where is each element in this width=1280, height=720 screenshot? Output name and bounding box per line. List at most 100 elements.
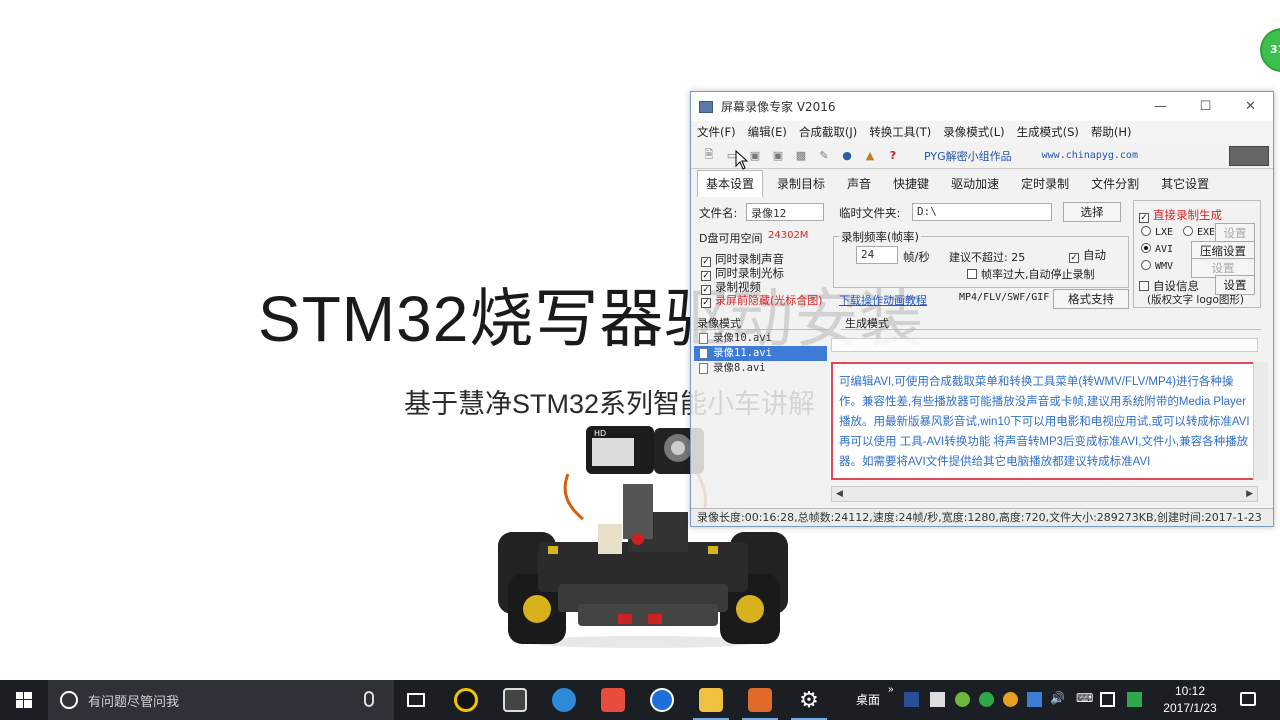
temp-folder-label: 临时文件夹:	[839, 206, 901, 220]
browser-icon[interactable]	[540, 680, 588, 720]
cursor-label: 同时录制光标	[715, 266, 784, 280]
tray-app-icon[interactable]	[904, 692, 919, 707]
tab-driver[interactable]: 驱动加速	[943, 171, 1007, 197]
clock-time: 10:12	[1174, 684, 1206, 698]
choose-button[interactable]: 选择	[1063, 202, 1121, 222]
tray-app-icon[interactable]	[979, 692, 994, 707]
sogou-icon[interactable]	[638, 680, 686, 720]
tab-bar: 基本设置 录制目标 声音 快捷键 驱动加速 定时录制 文件分割 其它设置	[691, 169, 1273, 197]
cortana-icon	[60, 691, 78, 709]
network-icon[interactable]	[1100, 692, 1115, 707]
filename-input[interactable]: 录像12	[746, 203, 824, 221]
lxe-radio[interactable]: LXE	[1141, 226, 1173, 238]
avi-label: AVI	[1155, 244, 1174, 255]
ime-icon[interactable]: ⌨	[1076, 691, 1093, 705]
camera-icon[interactable]: ▩	[791, 146, 811, 166]
file-explorer-icon[interactable]	[687, 680, 735, 720]
info-scrollbar[interactable]	[1253, 362, 1268, 480]
menu-gen-mode[interactable]: 生成模式(S)	[1017, 124, 1079, 140]
settings-button[interactable]: 设置	[1215, 223, 1255, 243]
desktop-screen: STM32烧写器驱动安装 基于慧净STM32系列智能小车讲解 HD 31	[0, 0, 1280, 720]
status-bar: 录像长度:00:16:28,总帧数:24112,速度:24帧/秒,宽度:1280…	[691, 508, 1273, 526]
floating-badge-icon[interactable]: 31	[1260, 28, 1280, 72]
tray-app-icon[interactable]	[1127, 692, 1142, 707]
gen-mode-bar	[831, 338, 1258, 352]
fps-input[interactable]: 24	[856, 246, 898, 264]
auto-stop-label: 帧率过大,自动停止录制	[981, 268, 1095, 281]
tab-basic[interactable]: 基本设置	[697, 170, 764, 197]
format-support-button[interactable]: 格式支持	[1053, 289, 1129, 309]
horizontal-scrollbar[interactable]: ◀ ▶	[831, 486, 1258, 502]
exe-radio[interactable]: EXE	[1183, 226, 1215, 238]
wmv-radio[interactable]: WMV	[1141, 260, 1173, 272]
toolbar: 🗎 ▭ ▣ ▣ ▩ ✎ ● ▲ ? PYG解密小组作品 www.chinapyg…	[691, 143, 1273, 169]
list-item[interactable]: 录像11.avi	[694, 346, 827, 361]
tab-sound[interactable]: 声音	[839, 171, 879, 197]
tray-app-icon[interactable]	[930, 692, 945, 707]
menu-bar: 文件(F) 编辑(E) 合成截取(J) 转换工具(T) 录像模式(L) 生成模式…	[691, 121, 1273, 143]
auto-stop-checkbox[interactable]: 帧率过大,自动停止录制	[967, 266, 1095, 282]
start-button[interactable]	[0, 680, 48, 720]
globe-icon[interactable]: ●	[837, 146, 857, 166]
format-label: MP4/FLV/SWF/GIF	[959, 292, 1050, 303]
pyg-link[interactable]: PYG解密小组作品	[924, 148, 1012, 164]
menu-edit[interactable]: 编辑(E)	[748, 124, 787, 140]
copyright-note: (版权文字 logo图形)	[1147, 294, 1244, 306]
maximize-icon[interactable]: ☐	[1183, 92, 1228, 121]
help-icon[interactable]: ?	[883, 146, 903, 166]
tray-app-icon[interactable]	[1003, 692, 1018, 707]
tutorial-link[interactable]: 下载操作动画教程	[839, 292, 927, 308]
window-titlebar[interactable]: 屏幕录像专家 V2016 — ☐ ✕	[691, 92, 1273, 121]
microphone-icon[interactable]	[364, 691, 374, 707]
avi-radio[interactable]: AVI	[1141, 243, 1173, 255]
temp-folder-input[interactable]: D:\	[912, 203, 1052, 221]
framerate-group-label: 录制频率(帧率)	[839, 229, 921, 245]
scroll-right-icon[interactable]: ▶	[1246, 489, 1253, 499]
windows-logo-icon	[16, 692, 32, 708]
frame2-icon[interactable]: ▣	[768, 146, 788, 166]
preview-thumbnail	[1229, 146, 1269, 166]
menu-convert[interactable]: 转换工具(T)	[869, 124, 931, 140]
app-icon-4[interactable]	[589, 680, 637, 720]
tray-app-icon[interactable]	[955, 692, 970, 707]
hide-checkbox[interactable]: ✓ 录屏前隐藏(光标合图)	[701, 292, 823, 308]
clock-date: 2017/1/23	[1163, 701, 1217, 715]
direct-gen-label: 直接录制生成	[1153, 208, 1222, 222]
settings-gear-icon[interactable]: ⚙	[785, 680, 833, 720]
desktop-label[interactable]: 桌面	[856, 691, 880, 708]
app-icon-2[interactable]	[491, 680, 539, 720]
menu-record-mode[interactable]: 录像模式(L)	[943, 124, 1004, 140]
list-item[interactable]: 录像10.avi	[694, 331, 827, 346]
menu-compose[interactable]: 合成截取(J)	[799, 124, 857, 140]
new-file-icon[interactable]: 🗎	[699, 146, 719, 166]
powerpoint-icon[interactable]	[736, 680, 784, 720]
tray-expand-icon[interactable]: »	[888, 684, 894, 695]
custom-info-label: 自设信息	[1153, 279, 1199, 293]
scroll-left-icon[interactable]: ◀	[836, 489, 843, 499]
mouse-cursor-icon	[735, 150, 749, 170]
tab-timer[interactable]: 定时录制	[1013, 171, 1077, 197]
clock[interactable]: 10:12 2017/1/23	[1150, 683, 1230, 717]
tab-target[interactable]: 录制目标	[769, 171, 833, 197]
file-name: 录像11.avi	[713, 347, 772, 359]
minimize-icon[interactable]: —	[1138, 92, 1183, 121]
website-link[interactable]: www.chinapyg.com	[1042, 150, 1138, 161]
search-box[interactable]: 有问题尽管问我	[48, 680, 394, 720]
notification-icon[interactable]	[1240, 692, 1256, 706]
qq-icon[interactable]	[442, 680, 490, 720]
volume-icon[interactable]: 🔊	[1050, 691, 1065, 705]
tray-app-icon[interactable]	[1027, 692, 1042, 707]
tools-icon[interactable]: ▲	[860, 146, 880, 166]
taskbar: 有问题尽管问我 ⚙ 桌面 » 🔊 ⌨ 10:12 2017/1/23	[0, 680, 1280, 720]
auto-checkbox[interactable]: ✓ 自动	[1069, 247, 1106, 263]
tab-other[interactable]: 其它设置	[1153, 171, 1217, 197]
list-item[interactable]: 录像8.avi	[694, 361, 827, 376]
direct-gen-checkbox[interactable]: ✓ 直接录制生成	[1139, 207, 1222, 223]
task-view-icon[interactable]	[392, 680, 440, 720]
pen-icon[interactable]: ✎	[814, 146, 834, 166]
tab-split[interactable]: 文件分割	[1083, 171, 1147, 197]
close-icon[interactable]: ✕	[1228, 92, 1273, 121]
menu-file[interactable]: 文件(F)	[697, 124, 736, 140]
menu-help[interactable]: 帮助(H)	[1091, 124, 1132, 140]
tab-hotkey[interactable]: 快捷键	[885, 171, 937, 197]
